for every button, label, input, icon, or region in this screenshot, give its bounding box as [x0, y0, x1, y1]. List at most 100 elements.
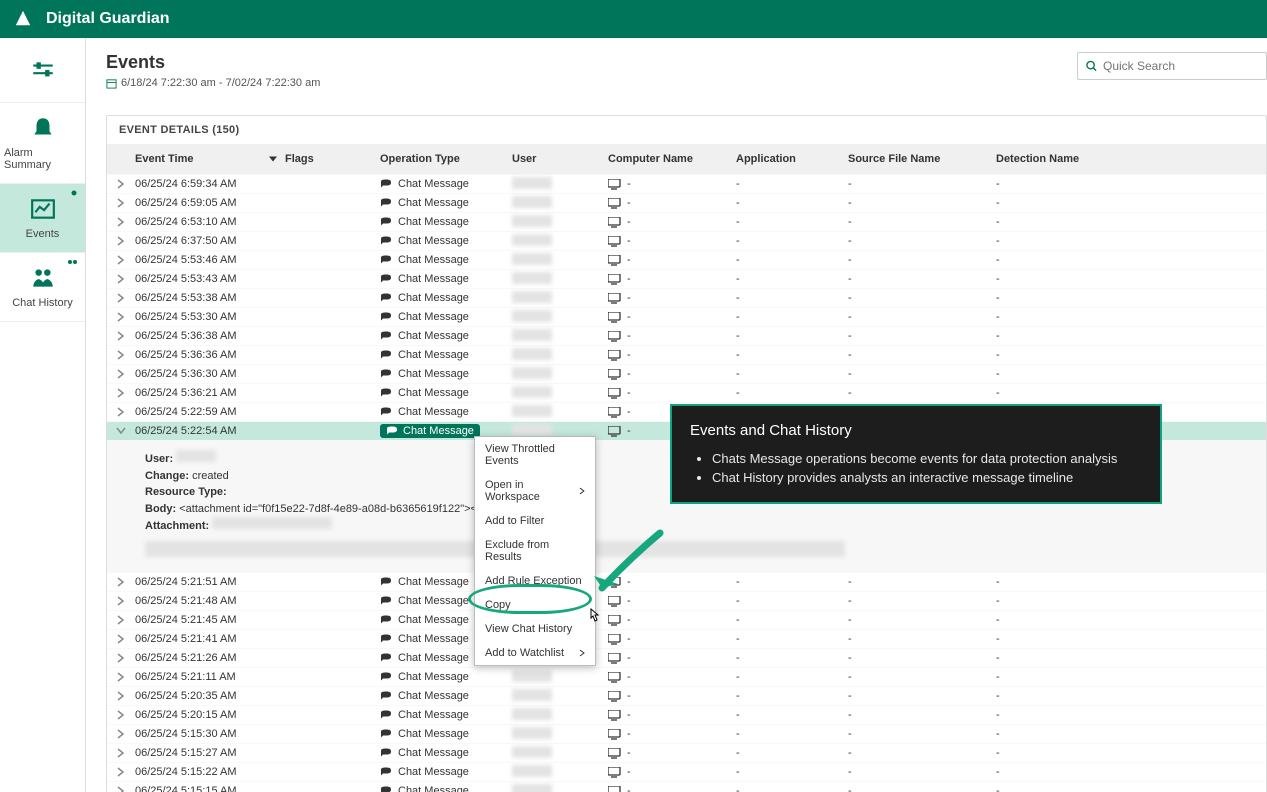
- expand-icon[interactable]: [116, 729, 126, 739]
- chat-icon: [380, 178, 392, 190]
- cell-detection-name: -: [996, 614, 1266, 626]
- monitor-icon: [608, 767, 621, 778]
- collapse-icon[interactable]: [116, 426, 126, 436]
- table-row[interactable]: 06/25/24 5:21:11 AM Chat Message - - - -: [107, 667, 1266, 686]
- table-row[interactable]: 06/25/24 6:37:50 AM Chat Message - - - -: [107, 231, 1266, 250]
- expand-icon[interactable]: [116, 388, 126, 398]
- cell-operation-type: Chat Message: [380, 671, 512, 683]
- expand-icon[interactable]: [116, 255, 126, 265]
- table-row[interactable]: 06/25/24 5:20:35 AM Chat Message - - - -: [107, 686, 1266, 705]
- cell-detection-name: -: [996, 576, 1266, 588]
- col-application[interactable]: Application: [736, 153, 848, 165]
- expand-icon[interactable]: [116, 312, 126, 322]
- table-row[interactable]: 06/25/24 5:53:30 AM Chat Message - - - -: [107, 307, 1266, 326]
- table-row[interactable]: 06/25/24 6:53:10 AM Chat Message - - - -: [107, 212, 1266, 231]
- col-detection-name[interactable]: Detection Name: [996, 153, 1266, 165]
- expand-icon[interactable]: [116, 198, 126, 208]
- sidebar-item-chat-history[interactable]: Chat History: [0, 253, 85, 322]
- table-header: Event Time Flags Operation Type User Com…: [107, 144, 1266, 174]
- ctx-add-to-watchlist[interactable]: Add to Watchlist: [475, 641, 595, 665]
- table-row[interactable]: 06/25/24 5:36:36 AM Chat Message - - - -: [107, 345, 1266, 364]
- cell-computer-name: -: [608, 747, 736, 759]
- col-source-file-name[interactable]: Source File Name: [848, 153, 996, 165]
- cell-computer-name: -: [608, 728, 736, 740]
- cell-detection-name: -: [996, 254, 1266, 266]
- sidebar-item-alarm-summary[interactable]: Alarm Summary: [0, 103, 85, 184]
- expand-icon[interactable]: [116, 653, 126, 663]
- expand-icon[interactable]: [116, 767, 126, 777]
- ctx-open-in-workspace[interactable]: Open in Workspace: [475, 473, 595, 509]
- expand-icon[interactable]: [116, 615, 126, 625]
- chat-icon: [380, 766, 392, 778]
- table-row[interactable]: 06/25/24 5:20:15 AM Chat Message - - - -: [107, 705, 1266, 724]
- cell-detection-name: -: [996, 368, 1266, 380]
- table-row[interactable]: 06/25/24 5:21:45 AM Chat Message - - - -: [107, 610, 1266, 629]
- table-row[interactable]: 06/25/24 5:15:30 AM Chat Message - - - -: [107, 724, 1266, 743]
- sliders-icon: [30, 58, 56, 84]
- sidebar-item-events[interactable]: Events: [0, 184, 85, 253]
- expand-icon[interactable]: [116, 786, 126, 792]
- table-row[interactable]: 06/25/24 5:36:30 AM Chat Message - - - -: [107, 364, 1266, 383]
- expand-icon[interactable]: [116, 350, 126, 360]
- cell-operation-type[interactable]: Chat Message: [380, 424, 480, 438]
- table-row[interactable]: 06/25/24 5:36:21 AM Chat Message - - - -: [107, 383, 1266, 402]
- expand-icon[interactable]: [116, 179, 126, 189]
- expand-icon[interactable]: [116, 634, 126, 644]
- table-row[interactable]: 06/25/24 5:21:41 AM Chat Message - - - -: [107, 629, 1266, 648]
- cell-detection-name: -: [996, 216, 1266, 228]
- search-input[interactable]: [1103, 59, 1258, 73]
- sidebar-item-label: Chat History: [12, 297, 73, 309]
- expand-icon[interactable]: [116, 331, 126, 341]
- sidebar-item-settings[interactable]: [0, 46, 85, 103]
- cell-operation-type: Chat Message: [380, 766, 512, 778]
- expand-icon[interactable]: [116, 596, 126, 606]
- expand-icon[interactable]: [116, 748, 126, 758]
- cell-detection-name: -: [996, 273, 1266, 285]
- table-row[interactable]: 06/25/24 6:59:05 AM Chat Message - - - -: [107, 193, 1266, 212]
- cell-detection-name: -: [996, 235, 1266, 247]
- table-row[interactable]: 06/25/24 5:21:26 AM Chat Message - - - -: [107, 648, 1266, 667]
- col-computer-name[interactable]: Computer Name: [608, 153, 736, 165]
- ctx-view-chat-history[interactable]: View Chat History: [475, 617, 595, 641]
- cell-computer-name: -: [608, 349, 736, 361]
- quick-search[interactable]: [1077, 52, 1267, 80]
- col-operation-type[interactable]: Operation Type: [380, 153, 512, 165]
- expand-icon[interactable]: [116, 217, 126, 227]
- chat-icon: [380, 349, 392, 361]
- col-flags[interactable]: Flags: [285, 153, 380, 165]
- expand-icon[interactable]: [116, 710, 126, 720]
- col-event-time[interactable]: Event Time: [135, 153, 285, 165]
- expand-icon[interactable]: [116, 236, 126, 246]
- table-row[interactable]: 06/25/24 5:15:27 AM Chat Message - - - -: [107, 743, 1266, 762]
- chat-icon: [380, 576, 392, 588]
- table-row[interactable]: 06/25/24 5:36:38 AM Chat Message - - - -: [107, 326, 1266, 345]
- table-row[interactable]: 06/25/24 5:53:46 AM Chat Message - - - -: [107, 250, 1266, 269]
- expand-icon[interactable]: [116, 691, 126, 701]
- table-row[interactable]: 06/25/24 5:15:22 AM Chat Message - - - -: [107, 762, 1266, 781]
- expand-icon[interactable]: [116, 274, 126, 284]
- table-row[interactable]: 06/25/24 5:53:43 AM Chat Message - - - -: [107, 269, 1266, 288]
- ctx-view-throttled-events[interactable]: View Throttled Events: [475, 437, 595, 473]
- expand-icon[interactable]: [116, 407, 126, 417]
- cell-detection-name: -: [996, 652, 1266, 664]
- expand-icon[interactable]: [116, 672, 126, 682]
- cell-source-file: -: [848, 235, 996, 247]
- table-row[interactable]: 06/25/24 6:59:34 AM Chat Message - - - -: [107, 174, 1266, 193]
- cell-operation-type: Chat Message: [380, 368, 512, 380]
- cell-computer-name: -: [608, 368, 736, 380]
- table-row[interactable]: 06/25/24 5:21:51 AM Chat Message - - - -: [107, 572, 1266, 591]
- cell-computer-name: -: [608, 197, 736, 209]
- ctx-exclude-from-results[interactable]: Exclude from Results: [475, 533, 595, 569]
- col-user[interactable]: User: [512, 153, 608, 165]
- expand-icon[interactable]: [116, 369, 126, 379]
- table-row[interactable]: 06/25/24 5:15:15 AM Chat Message - - - -: [107, 781, 1266, 792]
- table-row[interactable]: 06/25/24 5:21:48 AM Chat Message - - - -: [107, 591, 1266, 610]
- ctx-copy[interactable]: Copy: [475, 593, 595, 617]
- expand-icon[interactable]: [116, 577, 126, 587]
- cell-application: -: [736, 387, 848, 399]
- expand-icon[interactable]: [116, 293, 126, 303]
- table-row[interactable]: 06/25/24 5:53:38 AM Chat Message - - - -: [107, 288, 1266, 307]
- ctx-add-rule-exception[interactable]: Add Rule Exception: [475, 569, 595, 593]
- ctx-add-to-filter[interactable]: Add to Filter: [475, 509, 595, 533]
- cell-source-file: -: [848, 709, 996, 721]
